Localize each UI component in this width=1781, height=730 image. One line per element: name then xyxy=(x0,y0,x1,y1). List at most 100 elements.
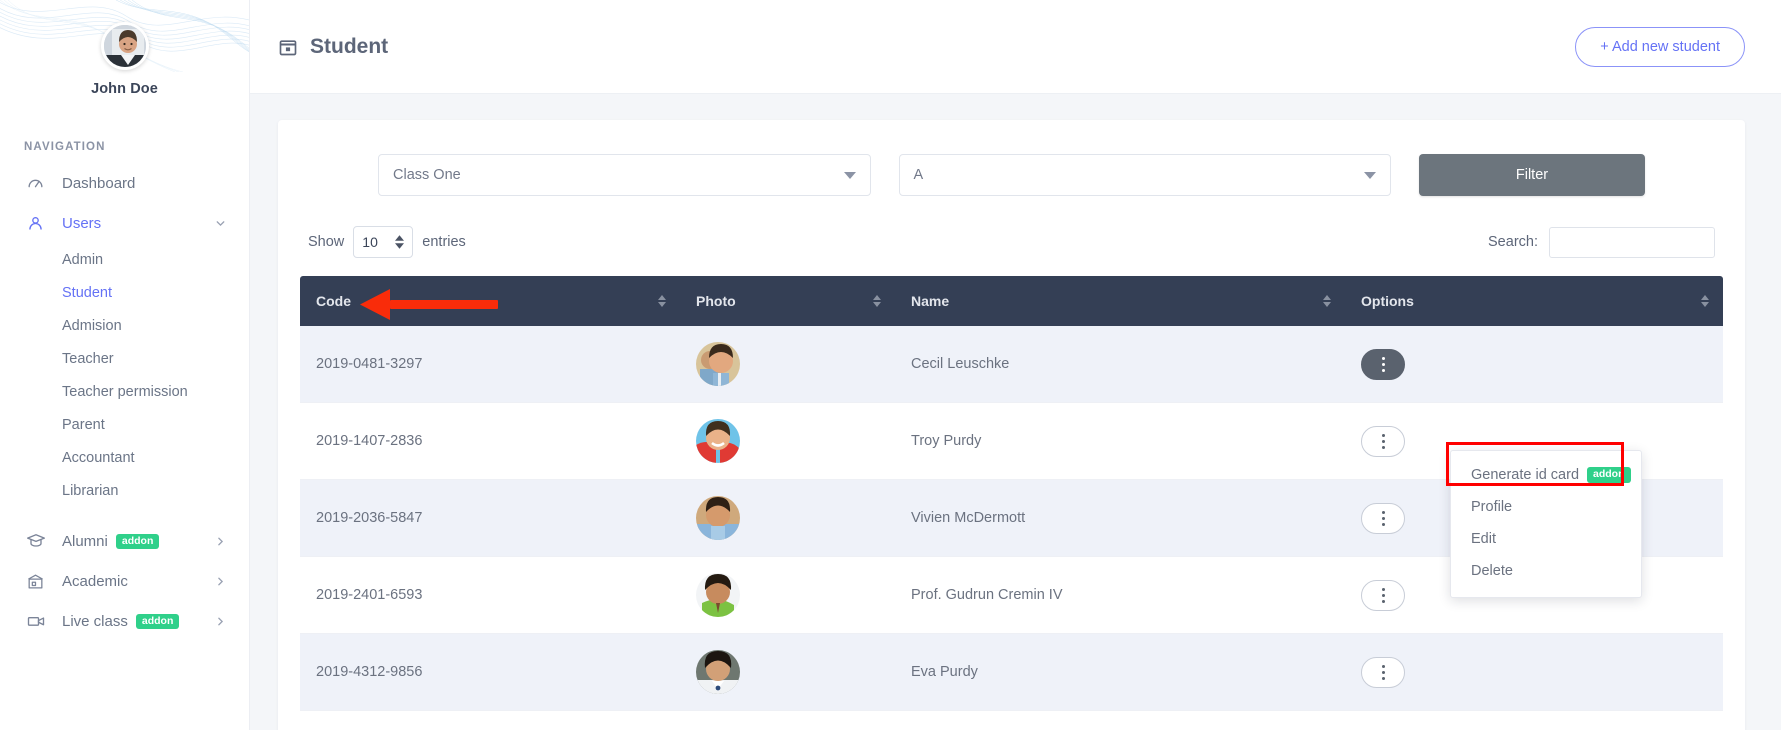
cell-photo xyxy=(680,480,895,557)
table-header-row: Code Photo Name Options xyxy=(300,276,1723,326)
sidebar-subitem-teacher[interactable]: Teacher xyxy=(0,342,249,375)
cell-photo xyxy=(680,403,895,480)
cell-options xyxy=(1345,634,1723,711)
cell-photo xyxy=(680,326,895,403)
chevron-right-icon xyxy=(214,575,227,588)
student-photo xyxy=(696,496,740,540)
sidebar-item-dashboard[interactable]: Dashboard xyxy=(0,163,249,203)
row-options-button[interactable] xyxy=(1361,580,1405,611)
dropdown-item-profile[interactable]: Profile xyxy=(1451,491,1641,523)
chevron-down-icon xyxy=(1364,172,1376,179)
row-options-dropdown[interactable]: Generate id cardaddon Profile Edit Delet… xyxy=(1450,450,1642,598)
cell-name: Cecil Leuschke xyxy=(895,326,1345,403)
sort-icon xyxy=(1701,295,1709,307)
profile-name: John Doe xyxy=(0,81,249,97)
chevron-down-icon xyxy=(844,172,856,179)
sidebar-subitem-teacher-permission[interactable]: Teacher permission xyxy=(0,375,249,408)
add-new-student-button[interactable]: + Add new student xyxy=(1575,27,1745,67)
page-header: Student + Add new student xyxy=(250,0,1781,94)
bank-icon xyxy=(26,572,48,591)
speedometer-icon xyxy=(26,174,48,193)
cell-code: 2019-0481-3297 xyxy=(300,326,680,403)
class-select-value: Class One xyxy=(393,167,461,183)
table-row: 2019-4312-9856 Eva Purdy xyxy=(300,634,1723,711)
sort-icon xyxy=(1323,295,1331,307)
row-options-button[interactable] xyxy=(1361,503,1405,534)
addon-badge: addon xyxy=(1587,467,1631,483)
sidebar-item-label: Live classaddon xyxy=(62,613,214,630)
three-dots-icon xyxy=(1382,357,1385,372)
sidebar-subitem-label: Accountant xyxy=(62,450,135,466)
sidebar-subitem-label: Admision xyxy=(62,318,122,334)
three-dots-icon xyxy=(1382,511,1385,526)
cell-photo xyxy=(680,634,895,711)
sort-icon xyxy=(873,295,881,307)
cell-code: 2019-2401-6593 xyxy=(300,557,680,634)
dropdown-item-edit[interactable]: Edit xyxy=(1451,523,1641,555)
sort-icon xyxy=(658,295,666,307)
table-tools: Show 10 entries Search: xyxy=(300,226,1723,258)
row-options-button[interactable] xyxy=(1361,349,1405,380)
sidebar: John Doe NAVIGATION Dashboard Users xyxy=(0,0,250,730)
sidebar-subitem-accountant[interactable]: Accountant xyxy=(0,441,249,474)
chevron-right-icon xyxy=(214,615,227,628)
video-camera-icon xyxy=(26,611,48,631)
sidebar-subitem-parent[interactable]: Parent xyxy=(0,408,249,441)
student-photo xyxy=(696,342,740,386)
filter-button[interactable]: Filter xyxy=(1419,154,1645,196)
main-content: Student + Add new student Class One A Fi… xyxy=(250,0,1781,730)
three-dots-icon xyxy=(1382,434,1385,449)
sidebar-item-label: Users xyxy=(62,215,214,232)
sidebar-item-users[interactable]: Users xyxy=(0,203,249,243)
sidebar-profile: John Doe xyxy=(0,0,249,97)
sidebar-subitem-admision[interactable]: Admision xyxy=(0,309,249,342)
entries-per-page-select[interactable]: 10 xyxy=(353,226,413,258)
sidebar-subitem-admin[interactable]: Admin xyxy=(0,243,249,276)
three-dots-icon xyxy=(1382,665,1385,680)
section-select[interactable]: A xyxy=(899,154,1392,196)
stepper-icon xyxy=(395,235,404,249)
class-select[interactable]: Class One xyxy=(378,154,871,196)
cell-options xyxy=(1345,326,1723,403)
sidebar-item-alumni[interactable]: Alumniaddon xyxy=(0,521,249,561)
column-header-options[interactable]: Options xyxy=(1345,276,1723,326)
cell-name: Troy Purdy xyxy=(895,403,1345,480)
row-options-button[interactable] xyxy=(1361,657,1405,688)
cell-code: 2019-1407-2836 xyxy=(300,403,680,480)
cell-code: 2019-4312-9856 xyxy=(300,634,680,711)
student-photo xyxy=(696,419,740,463)
addon-badge: addon xyxy=(136,614,180,630)
cell-code: 2019-2036-5847 xyxy=(300,480,680,557)
student-photo xyxy=(696,650,740,694)
addon-badge: addon xyxy=(116,534,160,550)
cell-name: Vivien McDermott xyxy=(895,480,1345,557)
sidebar-subitem-librarian[interactable]: Librarian xyxy=(0,474,249,507)
search-input[interactable] xyxy=(1549,227,1715,258)
sidebar-subitem-label: Parent xyxy=(62,417,105,433)
column-header-name[interactable]: Name xyxy=(895,276,1345,326)
column-header-photo[interactable]: Photo xyxy=(680,276,895,326)
show-entries-control: Show 10 entries xyxy=(308,226,466,258)
sidebar-item-live-class[interactable]: Live classaddon xyxy=(0,601,249,641)
student-photo xyxy=(696,573,740,617)
students-card: Class One A Filter Show 10 xyxy=(278,120,1745,730)
search-control: Search: xyxy=(1488,227,1715,258)
sidebar-subitem-label: Teacher xyxy=(62,351,114,367)
sidebar-item-label: Alumniaddon xyxy=(62,533,214,550)
entries-label: entries xyxy=(422,234,466,250)
table-row: 2019-0481-3297 Cecil Leuschke xyxy=(300,326,1723,403)
sidebar-subitem-label: Teacher permission xyxy=(62,384,188,400)
dropdown-item-delete[interactable]: Delete xyxy=(1451,555,1641,587)
avatar[interactable] xyxy=(101,22,149,70)
sidebar-item-label: Dashboard xyxy=(62,175,227,192)
column-header-code[interactable]: Code xyxy=(300,276,680,326)
section-select-value: A xyxy=(914,167,924,183)
chevron-right-icon xyxy=(214,535,227,548)
dropdown-item-generate-id-card[interactable]: Generate id cardaddon xyxy=(1451,459,1641,491)
sidebar-subitem-student[interactable]: Student xyxy=(0,276,249,309)
sidebar-subitem-label: Student xyxy=(62,285,112,301)
row-options-button[interactable] xyxy=(1361,426,1405,457)
three-dots-icon xyxy=(1382,588,1385,603)
entries-value: 10 xyxy=(362,234,378,250)
sidebar-item-academic[interactable]: Academic xyxy=(0,561,249,601)
